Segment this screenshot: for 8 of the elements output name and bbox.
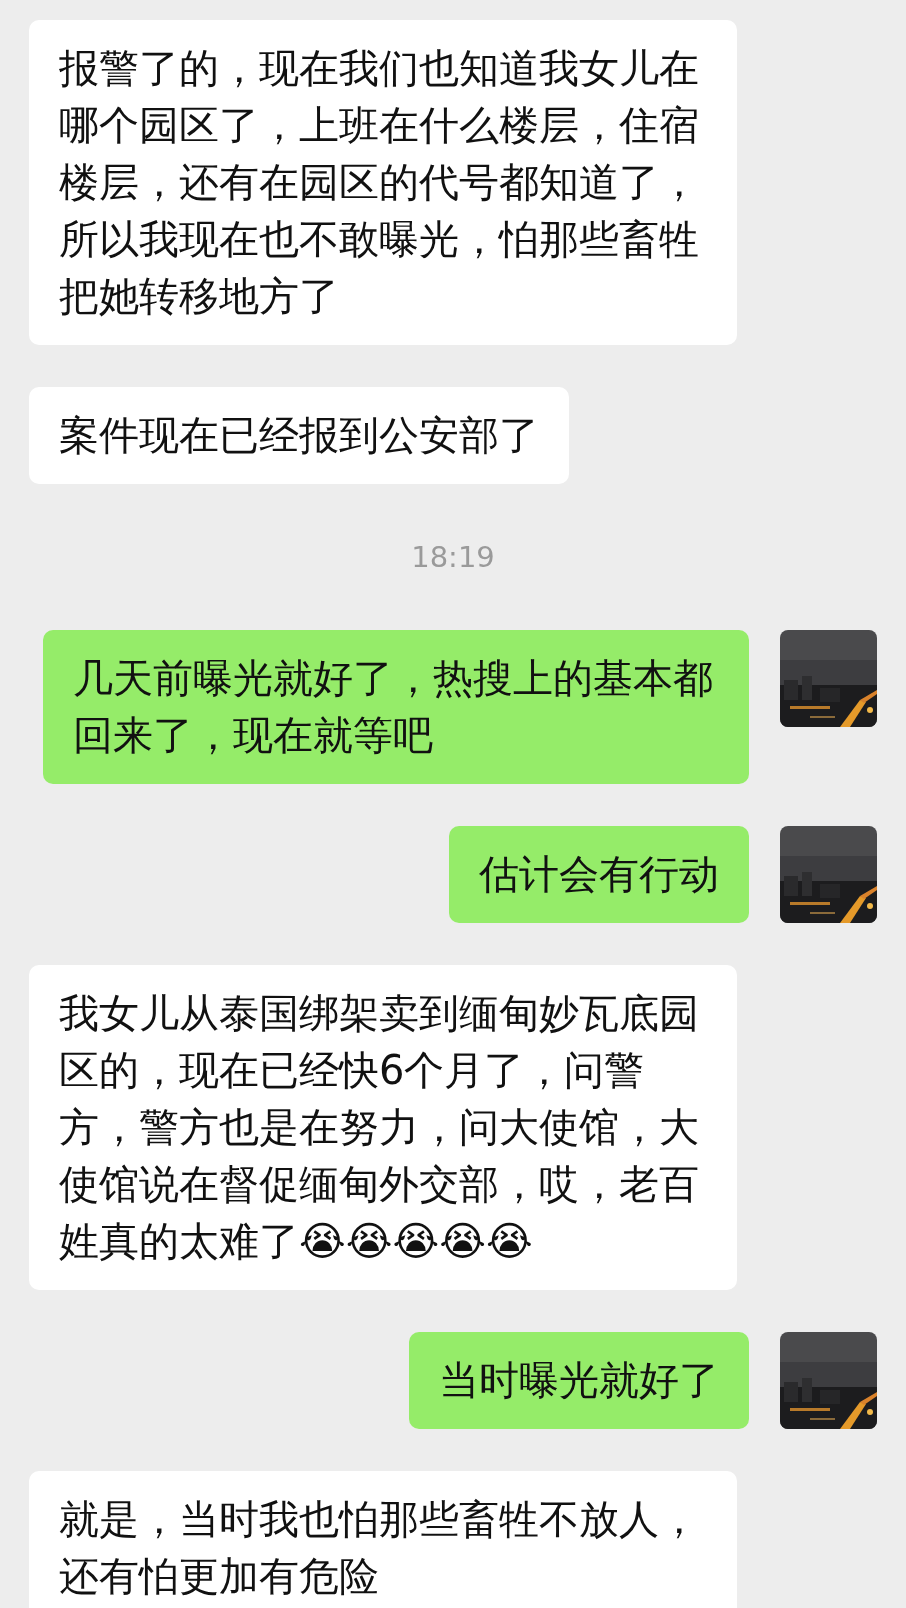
message-bubble: 估计会有行动 [449, 826, 749, 923]
timestamp: 18:19 [411, 540, 495, 574]
message-bubble: 当时曝光就好了 [409, 1332, 749, 1429]
message-bubble: 我女儿从泰国绑架卖到缅甸妙瓦底园区的，现在已经快6个月了，问警方，警方也是在努力，问大使馆，大使馆说在督促缅甸外交部，哎，老百姓真的太难了😭😭😭😭😭 [29, 965, 737, 1290]
message-bubble: 就是，当时我也怕那些畜牲不放人，还有怕更加有危险 [29, 1471, 737, 1608]
message-bubble: 案件现在已经报到公安部了 [29, 387, 569, 484]
message-bubble: 几天前曝光就好了，热搜上的基本都回来了，现在就等吧 [43, 630, 749, 784]
message-bubble: 报警了的，现在我们也知道我女儿在哪个园区了，上班在什么楼层，住宿楼层，还有在园区的代号都知道了，所以我现在也不敢曝光，怕那些畜牲把她转移地方了 [29, 20, 737, 345]
